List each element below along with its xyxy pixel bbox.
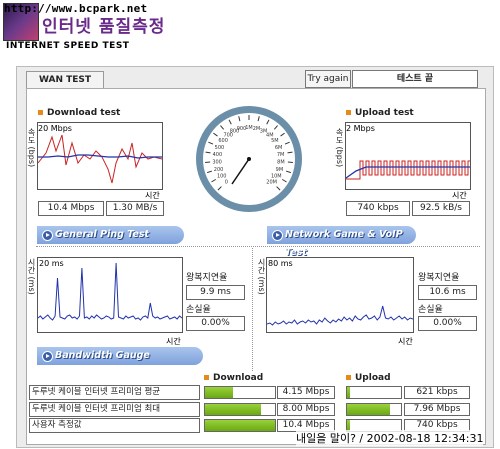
game-scale-label: 80 ms [268, 259, 293, 268]
page-title: 인터넷 품질측정 [42, 17, 166, 37]
ping-loss-label: 손실율 [186, 305, 211, 315]
gauge-tick-label: 6M [275, 145, 283, 151]
upload-series-red [346, 160, 471, 180]
game-series [266, 305, 414, 326]
column-divider [252, 248, 253, 371]
ping-rtt-value: 9.9 ms [186, 285, 245, 300]
upload-kbs-value: 92.5 kB/s [412, 201, 470, 216]
download-bar [204, 403, 276, 416]
gauge-tick-label: 20M [266, 180, 277, 186]
gauge-tick-label: 9M [276, 167, 284, 173]
game-chart-svg [266, 305, 414, 326]
ping-chart [37, 257, 183, 333]
section-divider [36, 246, 480, 247]
general-ping-test-label: General Ping Test [55, 229, 150, 240]
download-mbs-value: 1.30 MB/s [106, 201, 164, 216]
speed-gauge-svg: 01002003004005006007008009001M 2M 3M4M5M6M… [196, 106, 302, 212]
download-scale-label: 20 Mbps [38, 124, 72, 133]
upload-bar-fill [347, 404, 391, 415]
ping-series [37, 262, 183, 321]
download-bar-fill [205, 387, 233, 398]
bullet-icon [38, 110, 43, 115]
download-bar-value: 8.00 Mbps [277, 403, 335, 416]
ping-x-axis-label: 시간 [166, 337, 181, 346]
gauge-tick-label: 1M [245, 125, 253, 131]
gauge-tick-label: 600 [218, 138, 228, 144]
gauge-tick-label: 400 [213, 152, 223, 158]
bullet-icon [346, 375, 351, 380]
tab-wan-test[interactable]: WAN TEST [26, 71, 104, 89]
gauge-tick-label: 7M [277, 152, 285, 158]
bandwidth-gauge-banner: Bandwidth Gauge [37, 347, 203, 365]
bandwidth-row-label: 두루넷 케이블 인터넷 프리미엄 평균 [29, 385, 200, 400]
ping-y-axis-label: 시간 (ms) [27, 258, 36, 295]
game-x-axis-label: 시간 [398, 337, 413, 346]
upload-test-heading: Upload test [346, 108, 414, 118]
download-test-label: Download test [47, 108, 121, 118]
upload-kbps-value: 740 kbps [346, 201, 410, 216]
download-series-red [37, 134, 163, 184]
play-icon [42, 351, 53, 362]
download-bar [204, 419, 276, 432]
gauge-tick-label: 0 [225, 180, 228, 186]
download-x-axis-label: 시간 [145, 191, 160, 200]
bandwidth-row-label: 사용자 측정값 [29, 418, 200, 433]
ping-loss-value: 0.00% [186, 316, 245, 331]
gauge-tick-label: 500 [215, 145, 225, 151]
bandwidth-download-label: Download [213, 373, 264, 383]
play-icon [42, 230, 53, 241]
ping-rtt-label: 왕복지연율 [186, 273, 228, 283]
download-mbps-value: 10.4 Mbps [38, 201, 104, 216]
bandwidth-download-header: Download [204, 373, 263, 383]
bandwidth-row-label: 두루넷 케이블 인터넷 프리미엄 최대 [29, 402, 200, 417]
ping-scale-label: 20 ms [39, 259, 64, 268]
download-bar-fill [205, 404, 261, 415]
upload-bar [346, 386, 402, 399]
upload-bar-value: 7.96 Mbps [404, 403, 470, 416]
play-icon [272, 230, 283, 241]
bandwidth-gauge-label: Bandwidth Gauge [55, 350, 150, 361]
download-bar-value: 4.15 Mbps [277, 386, 335, 399]
gauge-hub [247, 157, 251, 161]
bandwidth-upload-header: Upload [346, 373, 391, 383]
gauge-tick-label: 300 [212, 160, 222, 166]
upload-test-label: Upload test [355, 108, 414, 118]
ping-chart-svg [37, 262, 183, 321]
gauge-tick-label: 200 [214, 167, 224, 173]
upload-scale-label: 2 Mbps [346, 124, 375, 133]
bandwidth-upload-label: Upload [355, 373, 391, 383]
download-bar [204, 386, 276, 399]
test-status-field: 테스트 끝 [352, 70, 478, 88]
upload-bar [346, 403, 402, 416]
try-again-button[interactable]: Try again [305, 70, 351, 88]
game-loss-label: 손실율 [418, 305, 443, 315]
download-y-axis-label: 속도 (bps) [27, 128, 36, 168]
upload-bar-fill [347, 387, 350, 398]
game-loss-value: 0.00% [418, 316, 477, 331]
general-ping-test-banner: General Ping Test [37, 226, 184, 244]
download-bar-fill [205, 420, 275, 431]
gauge-tick-label: 5M [271, 138, 279, 144]
game-rtt-label: 왕복지연율 [418, 273, 460, 283]
game-chart [266, 257, 414, 333]
download-test-heading: Download test [38, 108, 120, 118]
upload-bar-value: 621 kbps [404, 386, 470, 399]
network-game-test-banner: Network Game & VoIP Test [267, 226, 416, 258]
gauge-tick-label: 8M [277, 160, 285, 166]
bullet-icon [346, 110, 351, 115]
upload-x-axis-label: 시간 [452, 191, 467, 200]
upload-y-axis-label: 속도 (bps) [335, 128, 344, 168]
speed-gauge: 0 100 200 300 400 500 600 700 800 900 1M 2M 3M 4M 5M 6M… [194, 104, 304, 214]
page-subtitle: INTERNET SPEED TEST [6, 41, 130, 51]
timestamp: 내일을 말이? / 2002-08-18 12:34:31 [296, 430, 484, 446]
game-rtt-value: 10.6 ms [418, 285, 477, 300]
bullet-icon [204, 375, 209, 380]
gauge-tick-label: 100 [217, 174, 227, 180]
